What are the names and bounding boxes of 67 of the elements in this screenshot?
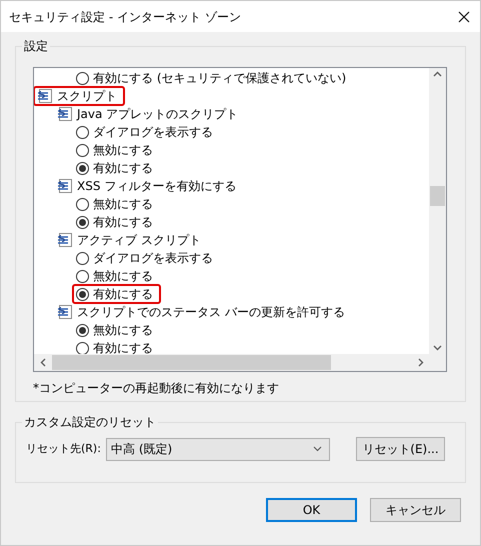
radio-option[interactable]: 無効にする — [76, 195, 155, 213]
option-label: 有効にする — [93, 214, 153, 230]
option-label: 無効にする — [93, 142, 153, 158]
radio-button[interactable] — [76, 216, 89, 228]
radio-button[interactable] — [76, 252, 89, 264]
radio-button[interactable] — [76, 342, 89, 354]
radio-option[interactable]: 有効にする — [76, 213, 155, 231]
option-label: 無効にする — [93, 322, 153, 338]
scroll-down-icon[interactable] — [433, 345, 442, 351]
dropdown-value: 中高 (既定) — [111, 441, 172, 458]
option-label: 有効にする — [93, 286, 153, 302]
option-label: 有効にする (セキュリティで保護されていない) — [93, 70, 346, 86]
close-icon[interactable] — [458, 10, 470, 22]
group-title: 設定 — [22, 38, 50, 54]
setting-label: スクリプトでのステータス バーの更新を許可する — [77, 304, 345, 320]
cancel-button[interactable]: キャンセル — [370, 498, 461, 522]
scrollbar-thumb[interactable] — [430, 186, 445, 206]
radio-button[interactable] — [76, 198, 89, 210]
tree-node[interactable]: Java アプレットのスクリプト — [57, 105, 240, 123]
script-page-icon — [57, 107, 73, 121]
setting-label: アクティブ スクリプト — [77, 232, 201, 248]
highlighted-radio-option[interactable]: 有効にする — [72, 284, 161, 304]
highlight-frame[interactable]: スクリプト — [34, 86, 125, 106]
option-label: 有効にする — [93, 340, 153, 354]
tree-node[interactable]: アクティブ スクリプト — [57, 231, 203, 249]
scroll-right-icon[interactable] — [418, 358, 424, 367]
tree-node[interactable]: XSS フィルターを有効にする — [57, 177, 238, 195]
radio-button[interactable] — [76, 324, 89, 336]
scroll-left-icon[interactable] — [40, 358, 46, 367]
option-label: 無効にする — [93, 268, 153, 284]
script-page-icon — [57, 305, 73, 319]
reset-level-dropdown[interactable]: 中高 (既定) — [106, 438, 330, 460]
radio-button[interactable] — [76, 270, 89, 282]
radio-button[interactable] — [76, 144, 89, 156]
radio-option[interactable]: 有効にする — [76, 159, 155, 177]
radio-option[interactable]: 無効にする — [76, 321, 155, 339]
script-page-icon — [57, 233, 73, 247]
group-title: カスタム設定のリセット — [22, 414, 158, 430]
radio-button[interactable] — [76, 162, 89, 174]
radio-button[interactable] — [76, 288, 89, 300]
category-label: スクリプト — [57, 88, 117, 104]
chevron-down-icon — [313, 446, 322, 452]
restart-note: *コンピューターの再起動後に有効になります — [33, 380, 280, 396]
window-title: セキュリティ設定 - インターネット ゾーン — [9, 8, 241, 26]
scroll-up-icon[interactable] — [433, 71, 442, 77]
option-label: 有効にする — [93, 160, 153, 176]
ok-button[interactable]: OK — [266, 498, 357, 522]
option-label: 無効にする — [93, 196, 153, 212]
script-page-icon — [37, 89, 53, 103]
setting-label: Java アプレットのスクリプト — [77, 106, 238, 122]
horizontal-scrollbar[interactable] — [34, 354, 446, 371]
option-label: ダイアログを表示する — [93, 124, 213, 140]
option-label: ダイアログを表示する — [93, 250, 213, 266]
radio-option[interactable]: ダイアログを表示する — [76, 249, 215, 267]
tree-node[interactable]: スクリプトでのステータス バーの更新を許可する — [57, 303, 347, 321]
radio-button[interactable] — [76, 126, 89, 138]
scrollbar-thumb[interactable] — [52, 355, 331, 370]
radio-option[interactable]: 無効にする — [76, 267, 155, 285]
reset-button[interactable]: リセット(E)... — [356, 437, 445, 461]
vertical-scrollbar[interactable] — [429, 68, 446, 354]
script-page-icon — [57, 179, 73, 193]
setting-label: XSS フィルターを有効にする — [77, 178, 236, 194]
radio-option[interactable]: 無効にする — [76, 141, 155, 159]
reset-level-label: リセット先(R): — [26, 440, 102, 457]
radio-option[interactable]: ダイアログを表示する — [76, 123, 215, 141]
radio-option[interactable]: 有効にする (セキュリティで保護されていない) — [76, 69, 348, 87]
radio-button[interactable] — [76, 72, 89, 84]
